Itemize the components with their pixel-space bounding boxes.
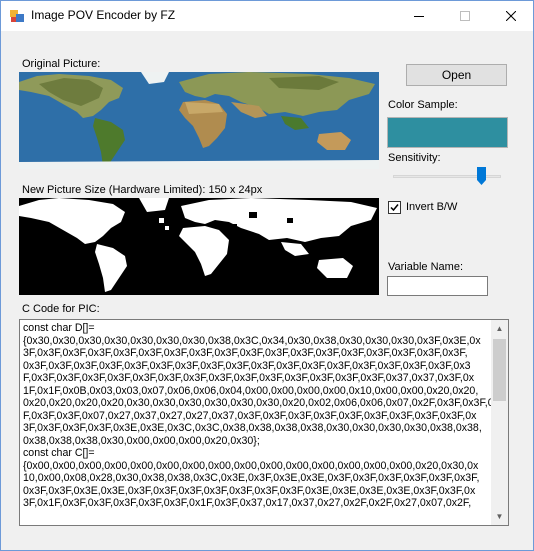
code-line: const char D[]= xyxy=(23,322,95,334)
code-line: const char C[]= xyxy=(23,447,95,459)
maximize-icon xyxy=(460,11,470,21)
original-picture xyxy=(19,72,379,169)
invert-checkbox[interactable] xyxy=(388,201,401,214)
invert-label[interactable]: Invert B/W xyxy=(406,201,457,213)
c-code-content: const char D[]= {0x30,0x30,0x30,0x30,0x30… xyxy=(23,322,505,510)
code-line: 0x3F,0x3F,0x3E,0x3E,0x3F,0x3F,0x3F,0x3F,… xyxy=(23,484,476,497)
original-picture-label: Original Picture: xyxy=(22,58,101,70)
code-line: 3F,0x1F,0x3F,0x3F,0x3F,0x3F,0x3F,0x1F,0x… xyxy=(23,497,472,509)
code-line: 0x38,0x38,0x38,0x30,0x00,0x00,0x00,0x20,… xyxy=(23,434,260,447)
code-line: F,0x3F,0x3F,0x3F,0x3F,0x3F,0x3F,0x3F,0x3… xyxy=(23,372,475,384)
world-map-image xyxy=(19,72,379,169)
code-line: {0x30,0x30,0x30,0x30,0x30,0x30,0x30,0x38… xyxy=(23,334,481,347)
minimize-icon xyxy=(414,16,424,17)
c-code-textarea[interactable]: const char D[]= {0x30,0x30,0x30,0x30,0x30… xyxy=(19,319,509,526)
app-window: Image POV Encoder by FZ Original Picture… xyxy=(0,0,534,551)
minimize-button[interactable] xyxy=(396,1,442,31)
code-line: {0x00,0x00,0x00,0x00,0x00,0x00,0x00,0x00… xyxy=(23,459,479,472)
close-icon xyxy=(506,11,516,21)
c-code-label: C Code for PIC: xyxy=(22,303,100,315)
sensitivity-label: Sensitivity: xyxy=(388,152,441,164)
color-sample-swatch xyxy=(387,117,508,148)
open-button[interactable]: Open xyxy=(406,64,507,86)
window-title: Image POV Encoder by FZ xyxy=(31,8,176,22)
maximize-button[interactable] xyxy=(442,1,488,31)
code-line: 0x3F,0x3F,0x3F,0x3F,0x3F,0x3F,0x3F,0x3F,… xyxy=(23,359,471,372)
code-line: 3F,0x3F,0x3F,0x3F,0x3E,0x3E,0x3C,0x3C,0x… xyxy=(23,422,482,434)
code-line: 1F,0x1F,0x0B,0x03,0x03,0x07,0x06,0x06,0x… xyxy=(23,384,479,397)
scroll-up-arrow-icon[interactable]: ▲ xyxy=(491,320,508,337)
scroll-down-arrow-icon[interactable]: ▼ xyxy=(491,508,508,525)
variable-name-input[interactable] xyxy=(387,276,488,296)
scrollbar-thumb[interactable] xyxy=(493,339,506,401)
code-line: 3F,0x3F,0x3F,0x3F,0x3F,0x3F,0x3F,0x3F,0x… xyxy=(23,347,468,359)
slider-thumb[interactable] xyxy=(477,167,486,185)
code-line: 10,0x00,0x08,0x28,0x30,0x38,0x38,0x3C,0x… xyxy=(23,472,480,484)
close-button[interactable] xyxy=(488,1,534,31)
variable-name-label: Variable Name: xyxy=(388,261,463,273)
code-line: 0x20,0x20,0x20,0x20,0x30,0x30,0x30,0x30,… xyxy=(23,397,505,409)
vertical-scrollbar[interactable]: ▲ ▼ xyxy=(491,320,508,525)
code-line: F,0x3F,0x3F,0x07,0x27,0x37,0x27,0x27,0x3… xyxy=(23,409,477,422)
checkmark-icon xyxy=(390,204,399,212)
sensitivity-slider[interactable] xyxy=(393,167,501,187)
bw-map-image xyxy=(19,198,379,295)
app-icon xyxy=(10,9,24,23)
color-sample-label: Color Sample: xyxy=(388,99,458,111)
title-bar[interactable]: Image POV Encoder by FZ xyxy=(1,1,533,31)
converted-picture xyxy=(19,198,379,295)
new-size-label: New Picture Size (Hardware Limited): 150… xyxy=(22,184,263,196)
